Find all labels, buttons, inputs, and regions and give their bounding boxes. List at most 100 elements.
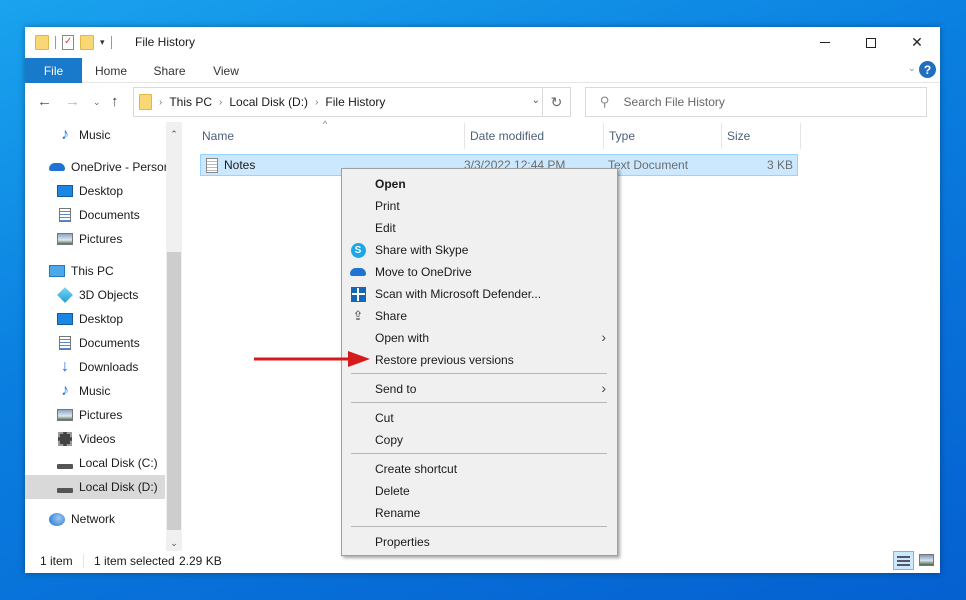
column-header-type[interactable]: Type: [603, 123, 721, 149]
menu-item-open[interactable]: Open: [342, 173, 617, 195]
column-header-name[interactable]: Name: [202, 123, 457, 149]
local-disk-icon: [57, 480, 73, 494]
selection-count: 1 item selected: [94, 554, 175, 568]
sidebar-item-documents[interactable]: Documents: [25, 331, 165, 355]
sidebar-item-label: Pictures: [79, 408, 123, 422]
address-bar[interactable]: › This PC › Local Disk (D:) › File Histo…: [133, 87, 571, 117]
desktop-icon: [57, 184, 73, 198]
menu-item-label: Send to: [375, 382, 417, 396]
sidebar-item-music[interactable]: ♪ Music: [25, 379, 165, 403]
menu-separator: [351, 526, 607, 527]
menu-item-edit[interactable]: Edit: [342, 217, 617, 239]
tab-view[interactable]: View: [203, 58, 249, 83]
menu-item-scan-with-defender[interactable]: Scan with Microsoft Defender...: [342, 283, 617, 305]
menu-item-label: Delete: [375, 484, 410, 498]
new-folder-icon[interactable]: [80, 35, 94, 50]
tab-file[interactable]: File: [25, 58, 82, 83]
menu-separator: [351, 402, 607, 403]
scrollbar-thumb[interactable]: [167, 252, 181, 530]
pictures-icon: [57, 408, 73, 422]
properties-icon[interactable]: [62, 35, 74, 50]
downloads-icon: ↓: [61, 358, 69, 375]
this-pc-icon: [49, 264, 65, 278]
sidebar-item-documents[interactable]: Documents: [25, 203, 165, 227]
sidebar-item-3d-objects[interactable]: 3D Objects: [25, 283, 165, 307]
large-icons-view-button[interactable]: [919, 554, 934, 566]
address-dropdown-icon[interactable]: ⌄: [532, 95, 540, 106]
menu-item-cut[interactable]: Cut: [342, 407, 617, 429]
onedrive-icon: [49, 160, 65, 174]
menu-item-label: Scan with Microsoft Defender...: [375, 287, 542, 301]
chevron-right-icon[interactable]: ›: [219, 97, 222, 108]
column-header-size[interactable]: Size: [721, 123, 801, 149]
menu-item-label: Copy: [375, 433, 404, 447]
breadcrumb-file-history[interactable]: File History: [325, 95, 385, 109]
menu-item-copy[interactable]: Copy: [342, 429, 617, 451]
navigation-bar: ← → ⌄ ↑ › This PC › Local Disk (D:) › Fi…: [25, 84, 940, 120]
sidebar-item-downloads[interactable]: ↓ Downloads: [25, 355, 165, 379]
sidebar-scrollbar[interactable]: ⌃ ⌄: [166, 122, 182, 551]
menu-item-label: Open with: [375, 331, 430, 345]
sidebar-item-local-disk-d[interactable]: Local Disk (D:): [25, 475, 165, 499]
sidebar-item-local-disk-c[interactable]: Local Disk (C:): [25, 451, 165, 475]
expand-ribbon-icon[interactable]: ⌄: [908, 63, 916, 74]
menu-item-share[interactable]: ⇪ Share: [342, 305, 617, 327]
scroll-up-icon[interactable]: ⌃: [166, 126, 182, 142]
column-header-date-modified[interactable]: Date modified: [464, 123, 602, 149]
tab-home[interactable]: Home: [85, 58, 137, 83]
menu-item-open-with[interactable]: Open with ›: [342, 327, 617, 349]
ribbon: File Home Share View ⌄ ?: [25, 58, 940, 83]
sidebar-item-music[interactable]: ♪ Music: [25, 123, 165, 147]
menu-item-restore-previous-versions[interactable]: Restore previous versions: [342, 349, 617, 371]
menu-item-create-shortcut[interactable]: Create shortcut: [342, 458, 617, 480]
sidebar-item-desktop[interactable]: Desktop: [25, 307, 165, 331]
sidebar-item-videos[interactable]: Videos: [25, 427, 165, 451]
music-icon: ♪: [61, 382, 69, 399]
sidebar-item-network[interactable]: Network: [25, 507, 165, 531]
context-menu: Open Print Edit S Share with Skype Move …: [341, 168, 618, 556]
customize-toolbar-icon[interactable]: ▾: [100, 37, 105, 48]
back-button[interactable]: ←: [37, 93, 52, 110]
menu-item-move-to-onedrive[interactable]: Move to OneDrive: [342, 261, 617, 283]
sidebar-item-label: Music: [79, 384, 111, 398]
menu-item-rename[interactable]: Rename: [342, 502, 617, 524]
menu-item-label: Create shortcut: [375, 462, 458, 476]
chevron-right-icon[interactable]: ›: [159, 97, 162, 108]
chevron-right-icon[interactable]: ›: [315, 97, 318, 108]
recent-locations-button[interactable]: ⌄: [93, 97, 101, 108]
sidebar-item-pictures[interactable]: Pictures: [25, 227, 165, 251]
menu-item-send-to[interactable]: Send to ›: [342, 378, 617, 400]
menu-item-label: Properties: [375, 535, 430, 549]
sidebar-item-pictures[interactable]: Pictures: [25, 403, 165, 427]
menu-item-label: Rename: [375, 506, 421, 520]
breadcrumb-local-disk-d[interactable]: Local Disk (D:): [229, 95, 308, 109]
close-button[interactable]: ✕: [894, 27, 940, 58]
sidebar-item-this-pc[interactable]: This PC: [25, 259, 165, 283]
3d-objects-icon: [57, 287, 73, 303]
window-title: File History: [135, 35, 196, 49]
refresh-button[interactable]: ↻: [542, 88, 570, 116]
pictures-icon: [57, 232, 73, 246]
sidebar-item-desktop[interactable]: Desktop: [25, 179, 165, 203]
maximize-button[interactable]: [848, 27, 894, 58]
up-button[interactable]: ↑: [111, 93, 119, 110]
desktop-icon: [57, 312, 73, 326]
menu-item-label: Share: [375, 309, 408, 323]
forward-button[interactable]: →: [65, 93, 80, 110]
chevron-right-icon: ›: [601, 329, 606, 345]
help-icon[interactable]: ?: [919, 61, 936, 78]
menu-item-delete[interactable]: Delete: [342, 480, 617, 502]
search-input[interactable]: ⚲ Search File History: [585, 87, 927, 117]
menu-item-properties[interactable]: Properties: [342, 531, 617, 553]
sidebar-item-label: Desktop: [79, 312, 124, 326]
breadcrumb-this-pc[interactable]: This PC: [169, 95, 212, 109]
minimize-button[interactable]: [802, 27, 848, 58]
sidebar-item-label: Pictures: [79, 232, 123, 246]
sidebar-item-onedrive[interactable]: OneDrive - Persor: [25, 155, 168, 179]
menu-item-share-with-skype[interactable]: S Share with Skype: [342, 239, 617, 261]
menu-item-print[interactable]: Print: [342, 195, 617, 217]
text-file-icon: [206, 158, 218, 173]
details-view-button[interactable]: [893, 551, 914, 570]
details-view-icon: [897, 555, 910, 558]
tab-share[interactable]: Share: [142, 58, 197, 83]
